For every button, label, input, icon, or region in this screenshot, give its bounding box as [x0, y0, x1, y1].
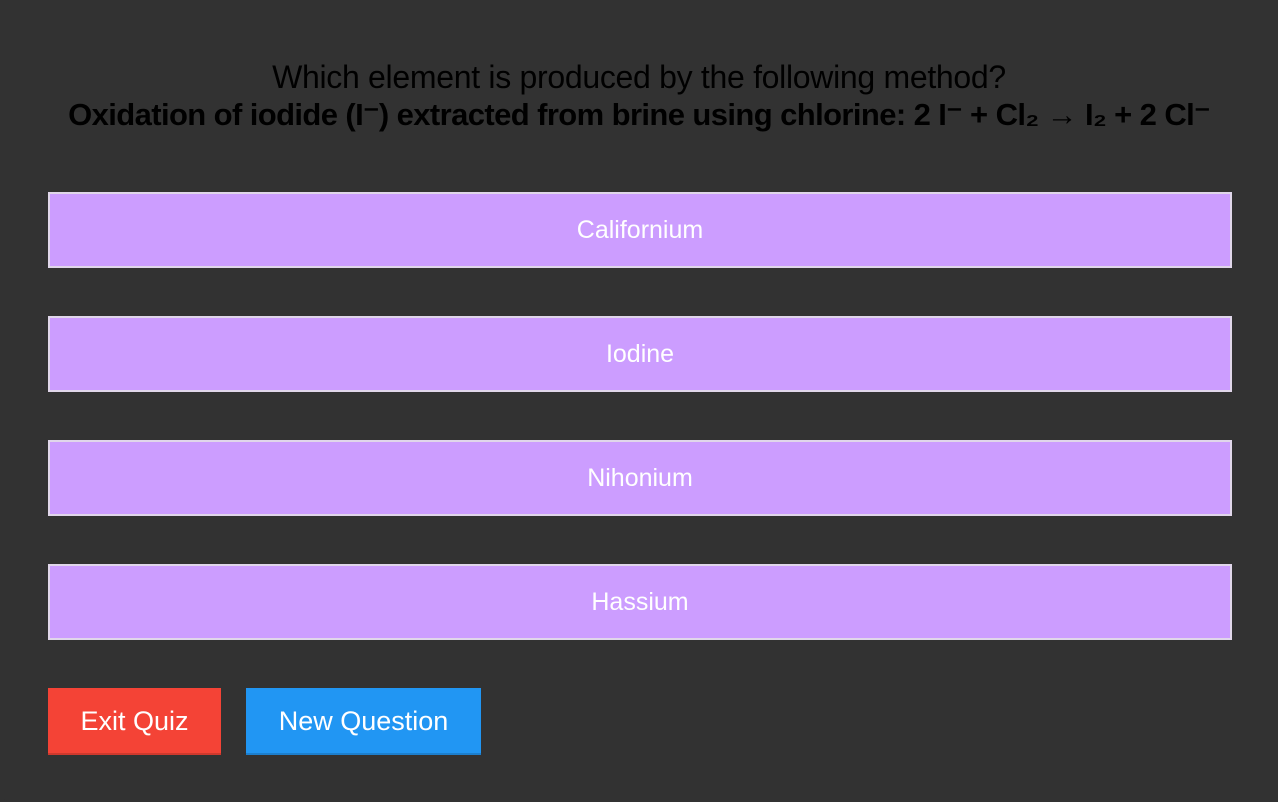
quiz-window: Which element is produced by the followi…: [0, 0, 1278, 802]
exit-quiz-button[interactable]: Exit Quiz: [48, 688, 221, 755]
answer-list: Californium Iodine Nihonium Hassium: [48, 192, 1232, 688]
question-method: Oxidation of iodide (I⁻) extracted from …: [68, 97, 1210, 132]
question-header: Which element is produced by the followi…: [0, 58, 1278, 134]
answer-option-californium[interactable]: Californium: [48, 192, 1232, 268]
answer-option-hassium[interactable]: Hassium: [48, 564, 1232, 640]
new-question-button[interactable]: New Question: [246, 688, 481, 755]
question-prompt: Which element is produced by the followi…: [272, 59, 1006, 95]
answer-option-nihonium[interactable]: Nihonium: [48, 440, 1232, 516]
answer-option-iodine[interactable]: Iodine: [48, 316, 1232, 392]
